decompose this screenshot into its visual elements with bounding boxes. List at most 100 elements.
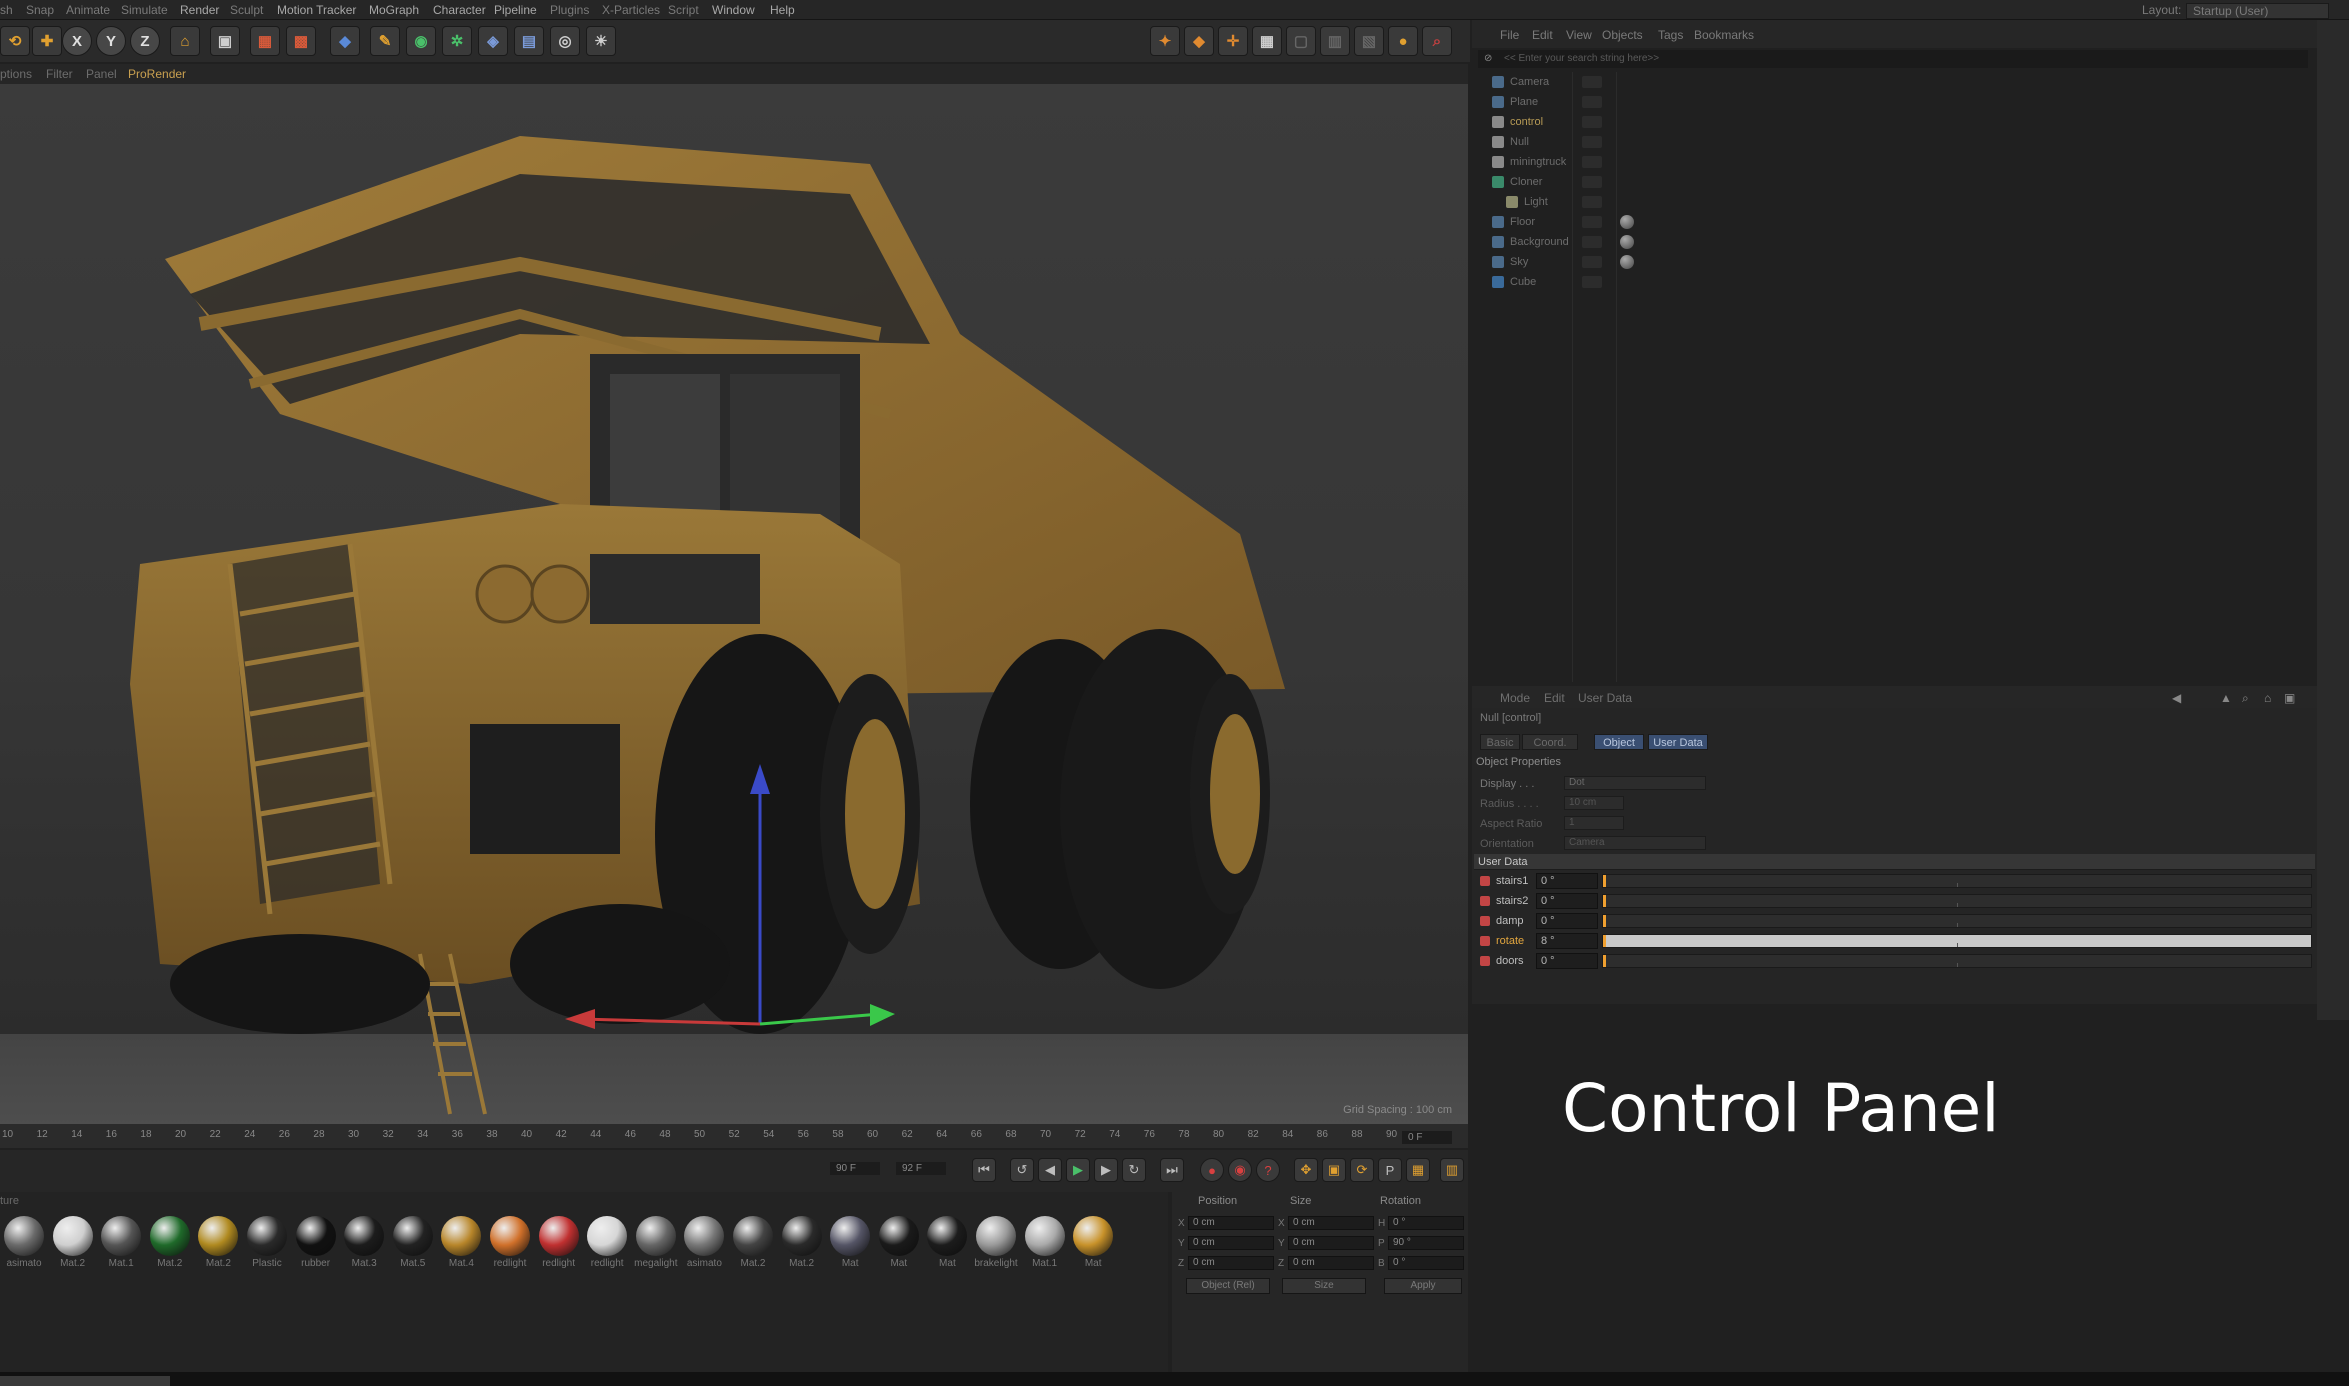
prev-key-icon[interactable]: ↺: [1010, 1158, 1034, 1182]
go-to-start-icon[interactable]: ⏮: [972, 1158, 996, 1182]
slider-knob[interactable]: [1603, 935, 1606, 947]
material-swatch[interactable]: Mat.1: [99, 1214, 143, 1274]
menu-render[interactable]: Render: [180, 3, 219, 17]
coordinate-size-select[interactable]: Size: [1282, 1278, 1366, 1294]
user-data-slider[interactable]: [1602, 914, 2312, 928]
om-menu-edit[interactable]: Edit: [1532, 28, 1553, 42]
pos-y-field[interactable]: 0 cm: [1188, 1236, 1274, 1250]
user-data-slider[interactable]: [1602, 954, 2312, 968]
user-data-keyframe-icon[interactable]: [1480, 936, 1490, 946]
visibility-toggle[interactable]: [1582, 116, 1602, 128]
object-name[interactable]: Background: [1510, 236, 1569, 248]
key-rotation-icon[interactable]: ⟳: [1350, 1158, 1374, 1182]
material-swatch[interactable]: rubber: [294, 1214, 338, 1274]
axis-x-button[interactable]: X: [62, 26, 92, 56]
material-swatch[interactable]: Mat: [828, 1214, 872, 1274]
menu-plugins[interactable]: Plugins: [550, 3, 589, 17]
material-swatch[interactable]: asimato: [2, 1214, 46, 1274]
add-tool-icon[interactable]: ✚: [32, 26, 62, 56]
user-data-slider[interactable]: [1602, 894, 2312, 908]
floor-icon[interactable]: ▤: [514, 26, 544, 56]
material-swatch[interactable]: Mat: [925, 1214, 969, 1274]
play-icon[interactable]: ▶: [1066, 1158, 1090, 1182]
slider-knob[interactable]: [1603, 875, 1606, 887]
end-frame-b[interactable]: 92 F: [896, 1162, 947, 1175]
spline-pen-icon[interactable]: ✎: [370, 26, 400, 56]
object-row[interactable]: Cube: [1472, 272, 2317, 292]
object-name[interactable]: Cube: [1510, 276, 1536, 288]
prop-orientation-select[interactable]: Camera: [1564, 836, 1706, 850]
user-data-value-field[interactable]: 8 °: [1536, 933, 1598, 949]
material-swatch[interactable]: Mat.5: [391, 1214, 435, 1274]
visibility-toggle[interactable]: [1582, 236, 1602, 248]
material-tag-icon[interactable]: [1620, 255, 1634, 269]
timeline-window-icon[interactable]: ▥: [1440, 1158, 1464, 1182]
material-swatch[interactable]: redlight: [488, 1214, 532, 1274]
coordinate-mode-select[interactable]: Object (Rel): [1186, 1278, 1270, 1294]
search-icon[interactable]: ⌕: [1422, 26, 1452, 56]
viewport-menu-prorender[interactable]: ProRender: [128, 67, 186, 81]
key-scale-icon[interactable]: ▣: [1322, 1158, 1346, 1182]
key-pla-icon[interactable]: ▦: [1406, 1158, 1430, 1182]
object-row[interactable]: Background: [1472, 232, 2317, 252]
prev-frame-icon[interactable]: ◀: [1038, 1158, 1062, 1182]
pos-z-field[interactable]: 0 cm: [1188, 1256, 1274, 1270]
record-icon[interactable]: ●: [1200, 1158, 1224, 1182]
quantize-icon[interactable]: ▥: [1320, 26, 1350, 56]
object-row[interactable]: Light: [1472, 192, 2317, 212]
render-picture-icon[interactable]: ▦: [250, 26, 280, 56]
material-swatch[interactable]: Mat.2: [51, 1214, 95, 1274]
object-row[interactable]: Plane: [1472, 92, 2317, 112]
menu-mesh[interactable]: sh: [0, 3, 13, 17]
rot-h-field[interactable]: 0 °: [1388, 1216, 1464, 1230]
end-frame-a[interactable]: 90 F: [830, 1162, 881, 1175]
menu-pipeline[interactable]: Pipeline: [494, 3, 537, 17]
grid-icon[interactable]: ▢: [1286, 26, 1316, 56]
user-data-slider[interactable]: [1602, 874, 2312, 888]
visibility-toggle[interactable]: [1582, 156, 1602, 168]
visibility-toggle[interactable]: [1582, 76, 1602, 88]
visibility-toggle[interactable]: [1582, 96, 1602, 108]
size-x-field[interactable]: 0 cm: [1288, 1216, 1374, 1230]
workplane-icon[interactable]: ◆: [1184, 26, 1214, 56]
object-name[interactable]: miningtruck: [1510, 156, 1566, 168]
user-data-value-field[interactable]: 0 °: [1536, 873, 1598, 889]
visibility-toggle[interactable]: [1582, 216, 1602, 228]
material-tag-icon[interactable]: [1620, 235, 1634, 249]
hair-icon[interactable]: ●: [1388, 26, 1418, 56]
object-name[interactable]: Camera: [1510, 76, 1549, 88]
viewport-menu-options[interactable]: ptions: [0, 67, 32, 81]
material-swatch[interactable]: Mat: [877, 1214, 921, 1274]
om-menu-view[interactable]: View: [1566, 28, 1592, 42]
user-data-value-field[interactable]: 0 °: [1536, 953, 1598, 969]
material-swatch[interactable]: Mat.3: [342, 1214, 386, 1274]
am-menu-edit[interactable]: Edit: [1544, 691, 1565, 705]
visibility-toggle[interactable]: [1582, 196, 1602, 208]
render-view-icon[interactable]: ▣: [210, 26, 240, 56]
object-name[interactable]: Sky: [1510, 256, 1528, 268]
prop-radius-field[interactable]: 10 cm: [1564, 796, 1624, 810]
key-param-icon[interactable]: P: [1378, 1158, 1402, 1182]
viewport-menu-filter[interactable]: Filter: [46, 67, 73, 81]
layout-select[interactable]: Startup (User): [2186, 3, 2330, 19]
material-tag-icon[interactable]: [1620, 215, 1634, 229]
object-row[interactable]: Cloner: [1472, 172, 2317, 192]
object-name[interactable]: Light: [1524, 196, 1548, 208]
material-swatch[interactable]: redlight: [537, 1214, 581, 1274]
object-name[interactable]: Plane: [1510, 96, 1538, 108]
object-name[interactable]: Cloner: [1510, 176, 1542, 188]
back-arrow-icon[interactable]: ◀: [2172, 691, 2181, 705]
material-swatch[interactable]: megalight: [634, 1214, 678, 1274]
object-row[interactable]: Floor: [1472, 212, 2317, 232]
visibility-toggle[interactable]: [1582, 256, 1602, 268]
menu-character[interactable]: Character: [433, 3, 486, 17]
visibility-toggle[interactable]: [1582, 136, 1602, 148]
axis-z-button[interactable]: Z: [130, 26, 160, 56]
material-swatch[interactable]: Mat.2: [148, 1214, 192, 1274]
key-position-icon[interactable]: ✥: [1294, 1158, 1318, 1182]
material-swatch[interactable]: Mat.1: [1023, 1214, 1067, 1274]
menu-sculpt[interactable]: Sculpt: [230, 3, 263, 17]
object-search-input[interactable]: << Enter your search string here>>: [1504, 53, 1659, 64]
slider-knob[interactable]: [1603, 895, 1606, 907]
prop-display-select[interactable]: Dot: [1564, 776, 1706, 790]
